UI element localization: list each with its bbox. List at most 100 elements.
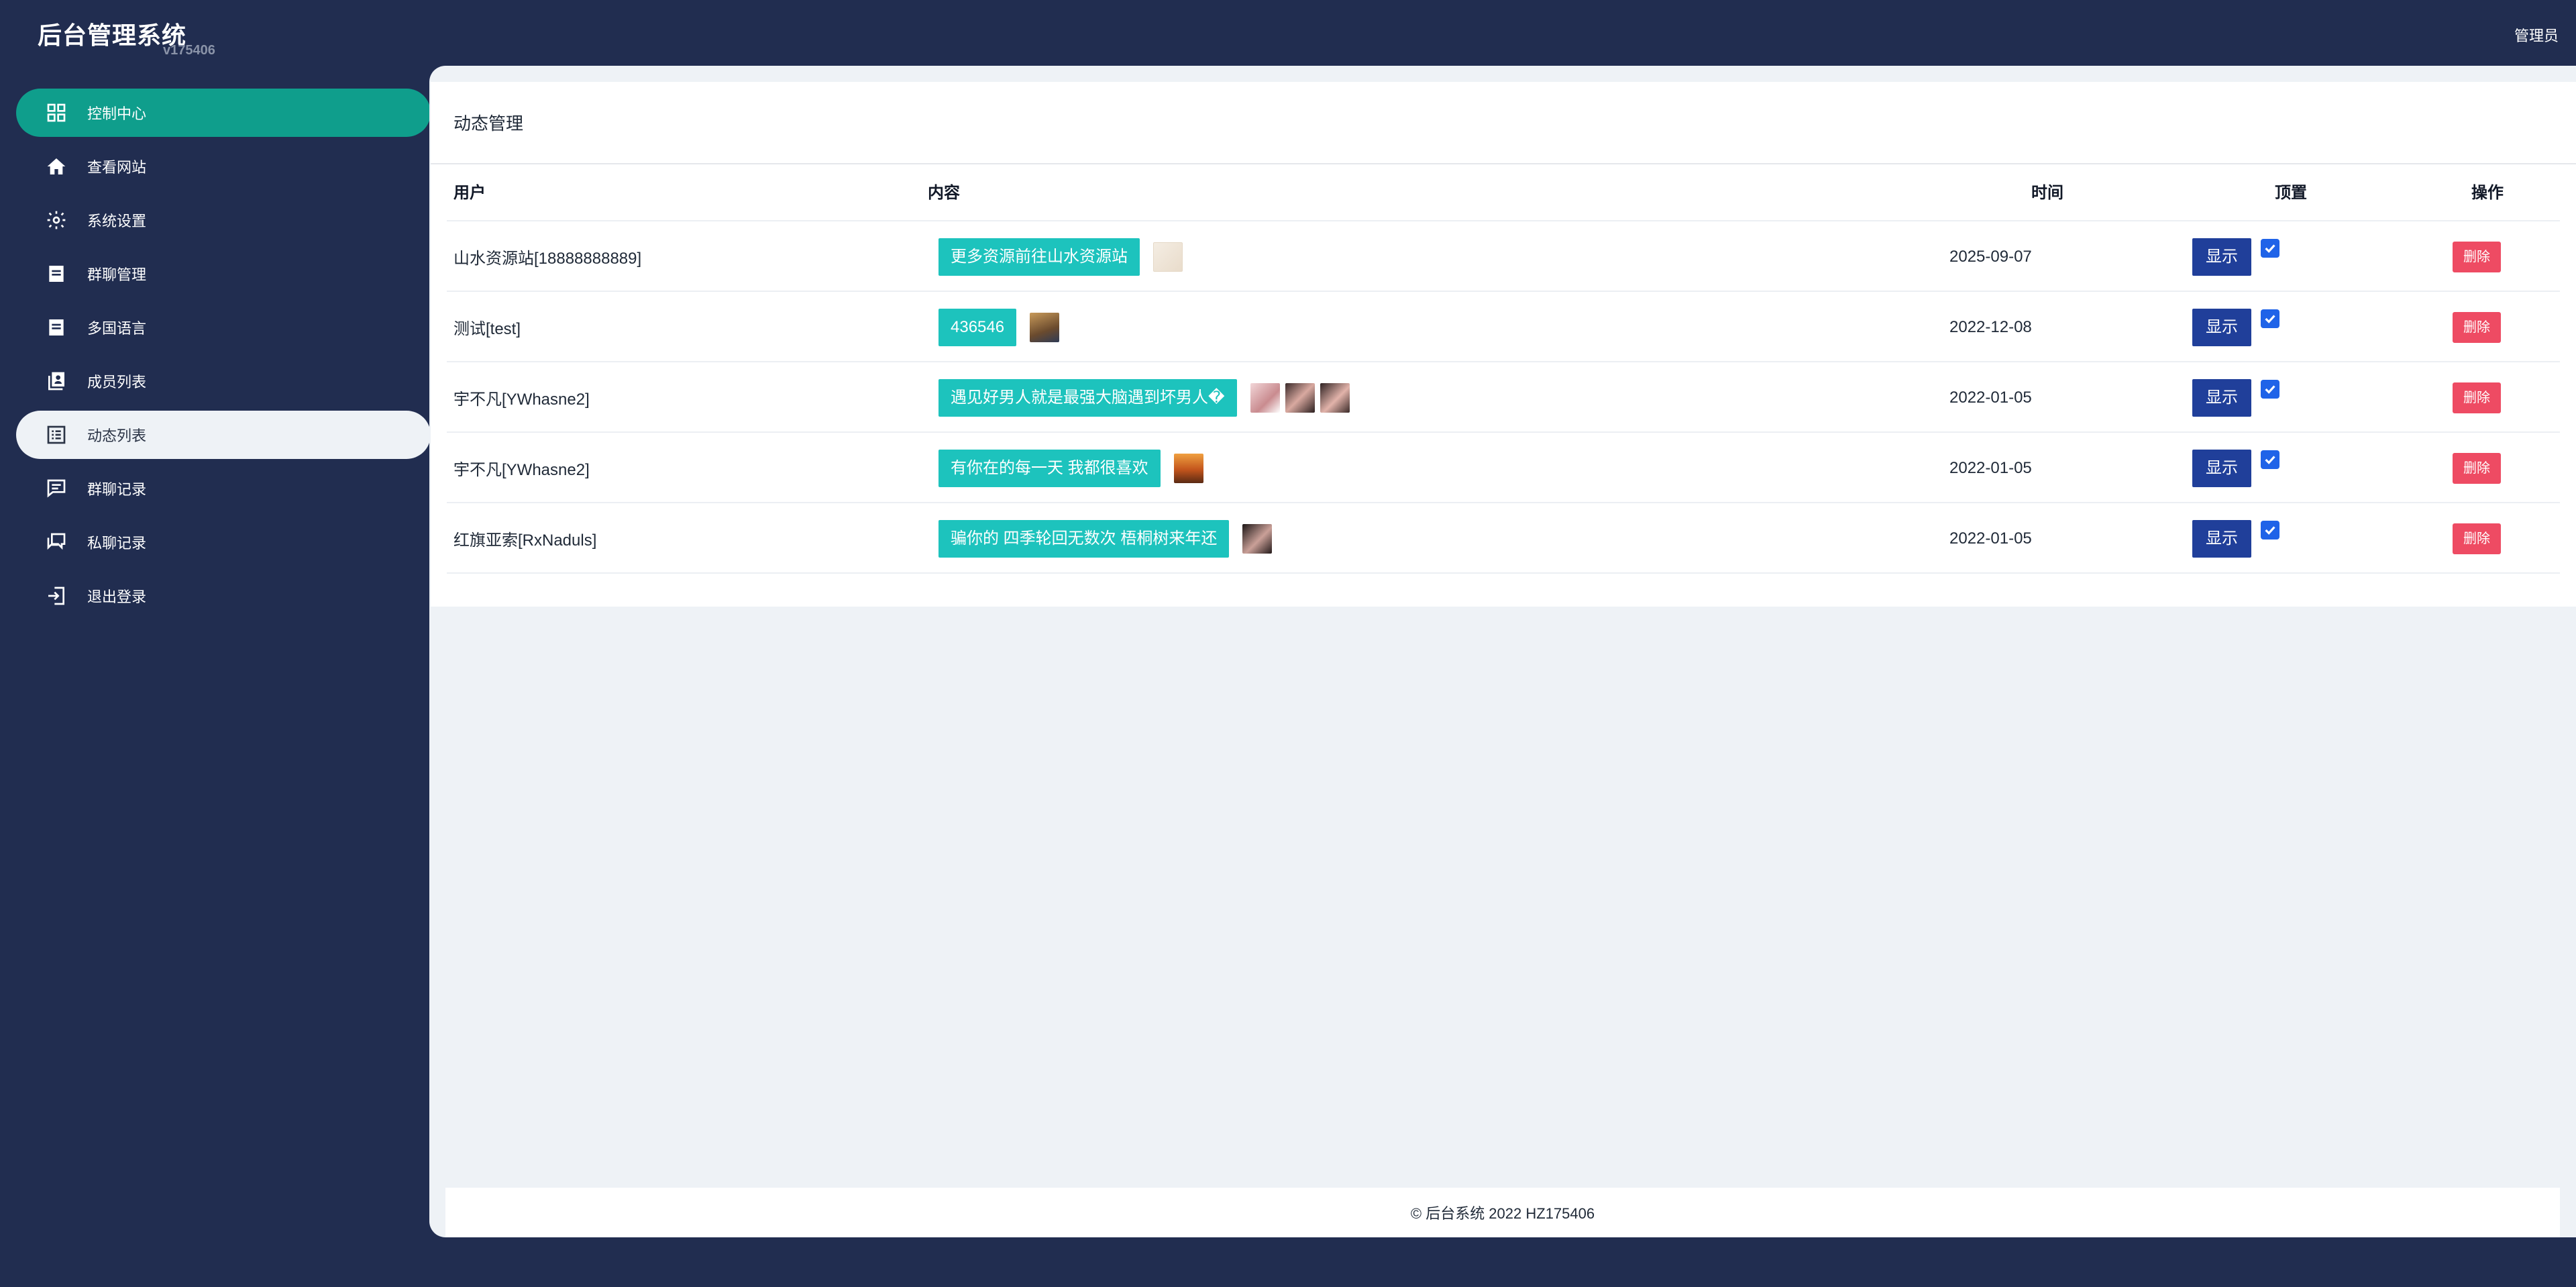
chat-icon <box>44 476 68 501</box>
table-row: 山水资源站[18888888889] 更多资源前往山水资源站 2025-09-0… <box>447 221 2560 292</box>
sidebar-item-label: 查看网站 <box>87 159 147 176</box>
sidebar-item-group-chat-log[interactable]: 群聊记录 <box>16 464 432 513</box>
sidebar-item-label: 动态列表 <box>87 427 147 444</box>
sidebar-item-members[interactable]: 成员列表 <box>16 357 432 405</box>
cell-time: 2022-01-05 <box>1949 529 2032 548</box>
sidebar-item-languages[interactable]: 多国语言 <box>16 303 432 352</box>
cell-pin: 显示 <box>2192 503 2279 574</box>
image-thumbnail[interactable] <box>1285 382 1315 413</box>
delete-button[interactable]: 删除 <box>2453 382 2501 413</box>
delete-button[interactable]: 删除 <box>2453 311 2501 343</box>
cell-user: 红旗亚索[RxNaduls] <box>453 531 597 550</box>
cell-content: 骗你的 四季轮回无数次 梧桐树来年还 <box>938 503 1273 574</box>
table-row: 测试[test] 436546 2022-12-08 显示 删除 <box>447 292 2560 362</box>
gear-icon <box>44 208 68 232</box>
table-row: 红旗亚索[RxNaduls] 骗你的 四季轮回无数次 梧桐树来年还 2022-0… <box>447 503 2560 574</box>
pin-checkbox[interactable] <box>2261 379 2279 399</box>
cell-content: 有你在的每一天 我都很喜欢 <box>938 433 1203 503</box>
sidebar-item-dashboard[interactable]: 控制中心 <box>16 89 431 137</box>
cell-pin: 显示 <box>2192 221 2279 292</box>
pin-checkbox[interactable] <box>2261 450 2279 469</box>
sidebar-item-view-site[interactable]: 查看网站 <box>16 142 432 191</box>
cell-actions: 删除 <box>2453 433 2501 503</box>
cell-time: 2022-12-08 <box>1949 317 2032 336</box>
image-thumbnail[interactable] <box>1242 523 1273 554</box>
cell-actions: 删除 <box>2453 221 2501 292</box>
document-icon <box>44 315 68 340</box>
image-thumbnail[interactable] <box>1320 382 1350 413</box>
cell-time: 2022-01-05 <box>1949 458 2032 477</box>
dashboard-icon <box>44 101 68 125</box>
delete-button[interactable]: 删除 <box>2453 523 2501 554</box>
sidebar-item-feed[interactable]: 动态列表 <box>16 411 431 459</box>
image-thumbnail[interactable] <box>1173 453 1203 483</box>
show-button[interactable]: 显示 <box>2192 449 2251 487</box>
image-thumbnail[interactable] <box>1153 242 1183 272</box>
home-icon <box>44 154 68 178</box>
cell-pin: 显示 <box>2192 362 2279 433</box>
sidebar-item-label: 私聊记录 <box>87 535 147 552</box>
content-tag: 有你在的每一天 我都很喜欢 <box>938 449 1161 487</box>
header-pinned: 顶置 <box>2275 184 2307 202</box>
table-header: 用户 内容 时间 顶置 操作 <box>447 165 2560 221</box>
cell-actions: 删除 <box>2453 292 2501 362</box>
brand: 后台管理系统 v175406 <box>38 16 215 58</box>
header-time: 时间 <box>2031 184 2063 202</box>
table-row: 宇不凡[YWhasne2] 有你在的每一天 我都很喜欢 2022-01-05 显… <box>447 433 2560 503</box>
main-content: 动态管理 用户 内容 时间 顶置 操作 山水资源站[18888888889] 更… <box>429 66 2576 1237</box>
cell-time: 2025-09-07 <box>1949 247 2032 266</box>
cell-pin: 显示 <box>2192 433 2279 503</box>
header-content: 内容 <box>928 184 960 202</box>
show-button[interactable]: 显示 <box>2192 308 2251 346</box>
logout-icon <box>44 584 68 608</box>
content-tag: 遇见好男人就是最强大脑遇到坏男人� <box>938 378 1237 417</box>
sidebar-item-settings[interactable]: 系统设置 <box>16 196 432 244</box>
sidebar-item-label: 群聊记录 <box>87 481 147 498</box>
panel-title: 动态管理 <box>431 82 2576 164</box>
cell-content: 更多资源前往山水资源站 <box>938 221 1183 292</box>
show-button[interactable]: 显示 <box>2192 378 2251 417</box>
show-button[interactable]: 显示 <box>2192 238 2251 276</box>
pin-checkbox[interactable] <box>2261 520 2279 539</box>
list-icon <box>44 423 68 447</box>
cell-pin: 显示 <box>2192 292 2279 362</box>
sidebar-item-logout[interactable]: 退出登录 <box>16 572 432 620</box>
document-icon <box>44 262 68 286</box>
cell-actions: 删除 <box>2453 503 2501 574</box>
sidebar-item-label: 成员列表 <box>87 374 147 391</box>
sidebar-item-group-manage[interactable]: 群聊管理 <box>16 250 432 298</box>
feed-table: 用户 内容 时间 顶置 操作 山水资源站[18888888889] 更多资源前往… <box>447 165 2560 574</box>
sidebar-item-label: 控制中心 <box>87 105 147 122</box>
show-button[interactable]: 显示 <box>2192 519 2251 558</box>
cell-actions: 删除 <box>2453 362 2501 433</box>
cell-content: 遇见好男人就是最强大脑遇到坏男人� <box>938 362 1350 433</box>
pin-checkbox[interactable] <box>2261 238 2279 258</box>
image-thumbnail[interactable] <box>1250 382 1280 413</box>
user-menu[interactable]: 管理员 <box>2514 24 2559 46</box>
table-row: 宇不凡[YWhasne2] 遇见好男人就是最强大脑遇到坏男人� 2022-01-… <box>447 362 2560 433</box>
sidebar-item-label: 退出登录 <box>87 588 147 605</box>
cell-time: 2022-01-05 <box>1949 388 2032 407</box>
content-tag: 骗你的 四季轮回无数次 梧桐树来年还 <box>938 519 1230 558</box>
delete-button[interactable]: 删除 <box>2453 452 2501 484</box>
sidebar-item-label: 群聊管理 <box>87 266 147 283</box>
cell-user: 测试[test] <box>453 320 521 338</box>
pin-checkbox[interactable] <box>2261 309 2279 328</box>
top-bar: 后台管理系统 v175406 管理员 <box>0 0 2576 66</box>
sidebar-item-label: 系统设置 <box>87 213 147 229</box>
cell-user: 宇不凡[YWhasne2] <box>453 391 590 409</box>
app-version: v175406 <box>163 43 215 58</box>
content-tag: 436546 <box>938 308 1017 346</box>
image-thumbnail[interactable] <box>1030 312 1060 342</box>
chats-icon <box>44 530 68 554</box>
header-actions: 操作 <box>2471 184 2504 202</box>
header-user: 用户 <box>453 184 486 202</box>
sidebar-item-label: 多国语言 <box>87 320 147 337</box>
contacts-icon <box>44 369 68 393</box>
content-tag: 更多资源前往山水资源站 <box>938 238 1140 276</box>
sidebar-item-private-chat-log[interactable]: 私聊记录 <box>16 518 432 566</box>
cell-user: 宇不凡[YWhasne2] <box>453 461 590 479</box>
feed-panel: 动态管理 用户 内容 时间 顶置 操作 山水资源站[18888888889] 更… <box>431 82 2576 607</box>
delete-button[interactable]: 删除 <box>2453 241 2501 272</box>
footer: © 后台系统 2022 HZ175406 <box>445 1188 2560 1237</box>
